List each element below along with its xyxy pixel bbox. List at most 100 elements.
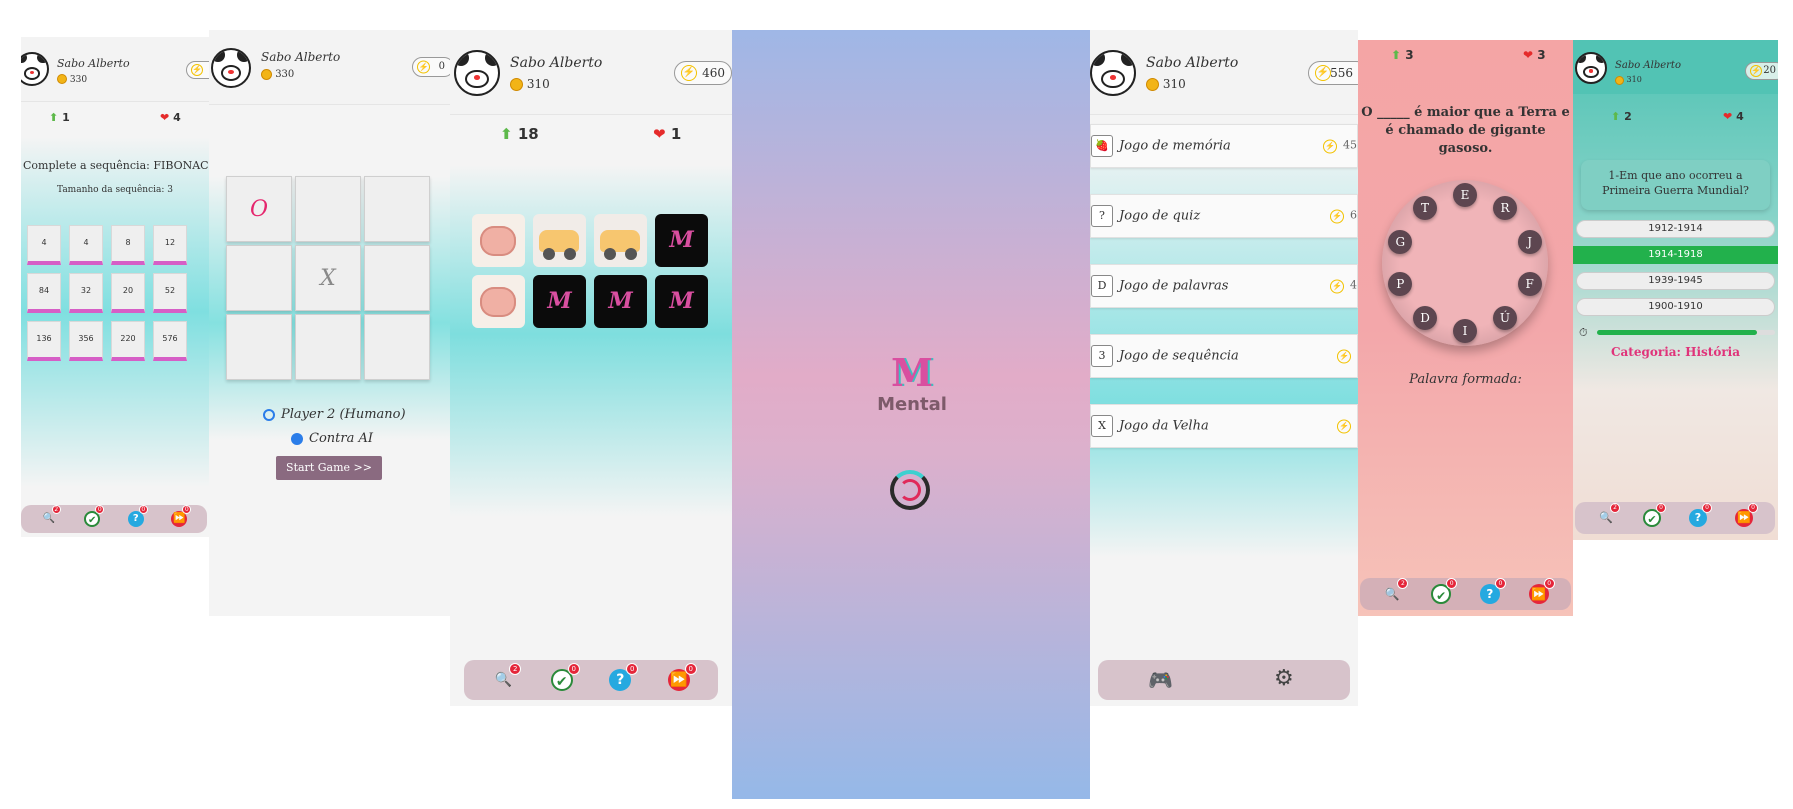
sequence-cell[interactable]: 32	[69, 273, 103, 313]
quiz-progress-fill	[1597, 330, 1758, 335]
card-back[interactable]: M	[655, 214, 708, 267]
menu-item-game[interactable]: 3 Jogo de sequência ⚡	[1090, 334, 1358, 378]
menu-item-game[interactable]: D Jogo de palavras ⚡ 4	[1090, 264, 1358, 308]
card-logo-icon: M	[547, 288, 572, 314]
letter-tile[interactable]: J	[1517, 229, 1542, 254]
lives-indicator: ❤ 4	[1723, 110, 1744, 123]
letter-tile[interactable]: D	[1413, 306, 1438, 330]
cost: ⚡	[1337, 419, 1357, 434]
letter-tile[interactable]: Ú	[1492, 306, 1517, 330]
formed-word-label: Palavra formada:	[1409, 372, 1522, 387]
letter-tile[interactable]: R	[1492, 195, 1517, 220]
letter-tile[interactable]: P	[1388, 272, 1413, 296]
sequence-cell[interactable]: 52	[153, 273, 187, 313]
board-cell[interactable]	[364, 176, 430, 242]
loading-spinner	[890, 470, 930, 510]
header: Sabo Alberto 330 ⚡ 0	[209, 30, 450, 105]
menu-item-game[interactable]: X Jogo da Velha ⚡	[1090, 404, 1358, 448]
energy-pill[interactable]: ⚡ 556	[1308, 61, 1358, 85]
bolt-icon: ⚡	[1337, 419, 1351, 434]
quiz-option[interactable]: 1914-1918	[1573, 246, 1778, 264]
energy-pill[interactable]: ⚡ 0	[412, 57, 450, 77]
screen-word-game: ⬆ 3 ❤ 3 O _____ é maior que a Terra e é …	[1358, 40, 1573, 616]
sequence-cell[interactable]: 20	[111, 273, 145, 313]
coin-icon	[57, 74, 67, 84]
letter-tile[interactable]: E	[1453, 183, 1477, 207]
energy-pill[interactable]: ⚡	[186, 61, 209, 79]
sequence-cell[interactable]: 8	[111, 225, 145, 265]
board-cell[interactable]	[295, 314, 361, 380]
letter-tile[interactable]: I	[1453, 319, 1477, 343]
badge-count: 0	[1748, 503, 1758, 513]
coin-icon	[1615, 75, 1624, 85]
screen-memory-game: Sabo Alberto 310 ⚡ 460 ⬆ 18 ❤ 1 🔍 2 ✔ 0? 0 ⏩ 0 …	[450, 30, 732, 706]
level-indicator: ⬆ 3	[1391, 48, 1414, 62]
letter-tile[interactable]: F	[1517, 272, 1542, 296]
card-car[interactable]	[533, 214, 586, 267]
quiz-option[interactable]: 1900-1910	[1576, 298, 1775, 316]
cost: ⚡ 45	[1323, 139, 1357, 154]
heart-icon: ❤	[1723, 110, 1733, 123]
badge-count: 0	[95, 505, 105, 514]
wheel-icon	[564, 248, 576, 260]
sequence-cell[interactable]: 4	[69, 225, 103, 265]
bolt-icon: ⚡	[1330, 209, 1344, 224]
board-cell[interactable]	[364, 314, 430, 380]
board-cell[interactable]: O	[226, 176, 292, 242]
card-llama[interactable]	[472, 214, 525, 267]
word-question: O _____ é maior que a Terra e é chamado …	[1361, 105, 1570, 156]
cost: ⚡	[1337, 349, 1357, 364]
letter-tile[interactable]: T	[1413, 195, 1438, 220]
panda-avatar[interactable]	[454, 50, 500, 96]
board-cell[interactable]	[226, 245, 292, 311]
card-llama[interactable]	[472, 275, 525, 328]
energy-pill[interactable]: ⚡ 20	[1745, 62, 1778, 80]
sequence-cell[interactable]: 12	[153, 225, 187, 265]
sequence-cell[interactable]: 136	[27, 321, 61, 361]
card-car[interactable]	[594, 214, 647, 267]
panda-avatar[interactable]	[1090, 50, 1136, 96]
menu-item-label: Jogo de quiz	[1119, 208, 1201, 224]
quiz-option[interactable]: 1939-1945	[1576, 272, 1775, 290]
game-icon: 🍓	[1091, 135, 1113, 157]
panda-avatar[interactable]	[1575, 52, 1607, 84]
wheel-icon	[604, 248, 616, 260]
game-icon: X	[1091, 415, 1113, 437]
sequence-cell[interactable]: 356	[69, 321, 103, 361]
screen-quiz-game: Sabo Alberto 310 ⚡ 20 ⬆ 2 ❤ 4 1-Em que an…	[1573, 40, 1778, 540]
option-contra-ai[interactable]: Contra AI	[291, 431, 373, 446]
board-cell[interactable]: X	[295, 245, 361, 311]
badge-count: 0	[1494, 578, 1506, 589]
sequence-cell[interactable]: 220	[111, 321, 145, 361]
screen-game-menu: Sabo Alberto 310 ⚡ 556 🎮 ⚙ 🍓 Jogo de memór…	[1090, 30, 1358, 706]
cost: ⚡ 6	[1330, 209, 1357, 224]
header: Sabo Alberto 310 ⚡ 460	[450, 30, 732, 115]
user-name: Sabo Alberto	[1615, 60, 1681, 71]
card-back[interactable]: M	[594, 275, 647, 328]
board-cell[interactable]	[226, 314, 292, 380]
radio-empty[interactable]	[263, 408, 275, 421]
start-game-button[interactable]: Start Game >>	[276, 456, 382, 480]
user-name: Sabo Alberto	[57, 57, 130, 70]
card-back[interactable]: M	[533, 275, 586, 328]
board-cell[interactable]	[295, 176, 361, 242]
panda-avatar[interactable]	[21, 52, 49, 86]
sequence-cell[interactable]: 84	[27, 273, 61, 313]
energy-pill[interactable]: ⚡ 460	[674, 61, 732, 85]
gamepad-icon[interactable]: 🎮	[1148, 668, 1173, 692]
letter-tile[interactable]: G	[1388, 229, 1413, 254]
badge-count: 2	[1397, 578, 1409, 589]
radio-selected[interactable]	[291, 432, 303, 445]
panda-avatar[interactable]	[211, 48, 251, 88]
board-cell[interactable]	[364, 245, 430, 311]
menu-item-game[interactable]: ? Jogo de quiz ⚡ 6	[1090, 194, 1358, 238]
menu-item-label: Jogo de memória	[1119, 138, 1231, 154]
bolt-icon: ⚡	[417, 60, 430, 74]
menu-item-game[interactable]: 🍓 Jogo de memória ⚡ 45	[1090, 124, 1358, 168]
sequence-cell[interactable]: 4	[27, 225, 61, 265]
option-player2[interactable]: Player 2 (Humano)	[263, 407, 406, 422]
card-back[interactable]: M	[655, 275, 708, 328]
sequence-cell[interactable]: 576	[153, 321, 187, 361]
gear-icon[interactable]: ⚙	[1274, 666, 1294, 691]
quiz-option[interactable]: 1912-1914	[1576, 220, 1775, 238]
